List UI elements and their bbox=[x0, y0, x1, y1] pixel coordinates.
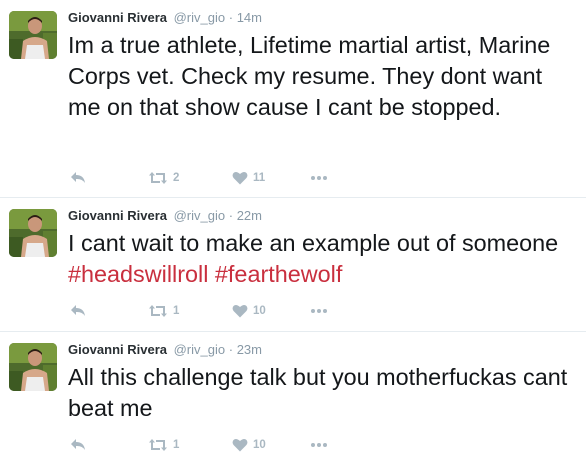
tweet-text-segment: I cant wait to make an example out of so… bbox=[68, 230, 559, 256]
like-count: 10 bbox=[253, 439, 266, 451]
like-button[interactable]: 11 bbox=[232, 168, 265, 188]
tweet-text: Im a true athlete, Lifetime martial arti… bbox=[68, 30, 573, 123]
reply-icon bbox=[71, 172, 85, 183]
more-button[interactable] bbox=[310, 168, 328, 188]
reply-button[interactable] bbox=[70, 301, 86, 321]
tweet-text: I cant wait to make an example out of so… bbox=[68, 228, 573, 290]
more-button[interactable] bbox=[310, 435, 328, 455]
user-fullname[interactable]: Giovanni Rivera bbox=[68, 10, 167, 25]
tweet-actions: 1 10 bbox=[70, 435, 370, 455]
tweet-timestamp[interactable]: 22m bbox=[237, 208, 262, 223]
user-handle[interactable]: @riv_gio bbox=[174, 208, 226, 223]
tweet-header: Giovanni Rivera @riv_gio · 23m bbox=[68, 341, 262, 359]
retweet-button[interactable]: 1 bbox=[148, 301, 179, 321]
user-fullname[interactable]: Giovanni Rivera bbox=[68, 208, 167, 223]
tweet-header: Giovanni Rivera @riv_gio · 14m bbox=[68, 9, 262, 27]
separator-dot: · bbox=[228, 10, 234, 25]
tweet[interactable]: Giovanni Rivera @riv_gio · 14m Im a true… bbox=[0, 0, 586, 198]
avatar[interactable] bbox=[9, 343, 57, 391]
reply-button[interactable] bbox=[70, 435, 86, 455]
hashtag-link[interactable]: #headswillroll bbox=[68, 261, 208, 287]
user-fullname[interactable]: Giovanni Rivera bbox=[68, 342, 167, 357]
tweet[interactable]: Giovanni Rivera @riv_gio · 22m I cant wa… bbox=[0, 198, 586, 332]
heart-icon bbox=[232, 304, 248, 318]
retweet-icon bbox=[149, 305, 167, 317]
heart-icon bbox=[232, 438, 248, 452]
more-icon bbox=[311, 443, 327, 447]
reply-icon bbox=[71, 439, 85, 450]
reply-icon bbox=[71, 305, 85, 316]
tweet-text-segment: All this challenge talk but you motherfu… bbox=[68, 364, 568, 421]
tweet-header: Giovanni Rivera @riv_gio · 22m bbox=[68, 207, 262, 225]
like-count: 10 bbox=[253, 305, 266, 317]
like-count: 11 bbox=[253, 172, 266, 184]
tweet-text-segment: Im a true athlete, Lifetime martial arti… bbox=[68, 32, 551, 120]
retweet-count: 1 bbox=[173, 305, 180, 317]
retweet-button[interactable]: 2 bbox=[148, 168, 179, 188]
retweet-count: 2 bbox=[173, 172, 180, 184]
more-icon bbox=[311, 176, 327, 180]
tweet[interactable]: Giovanni Rivera @riv_gio · 23m All this … bbox=[0, 332, 586, 466]
separator-dot: · bbox=[228, 208, 234, 223]
retweet-icon bbox=[149, 439, 167, 451]
more-icon bbox=[311, 309, 327, 313]
heart-icon bbox=[232, 171, 248, 185]
more-button[interactable] bbox=[310, 301, 328, 321]
user-handle[interactable]: @riv_gio bbox=[174, 10, 226, 25]
retweet-icon bbox=[149, 172, 167, 184]
retweet-button[interactable]: 1 bbox=[148, 435, 179, 455]
hashtag-link[interactable]: #fearthewolf bbox=[215, 261, 342, 287]
tweet-text: All this challenge talk but you motherfu… bbox=[68, 362, 573, 424]
like-button[interactable]: 10 bbox=[232, 301, 266, 321]
like-button[interactable]: 10 bbox=[232, 435, 266, 455]
tweet-actions: 2 11 bbox=[70, 168, 370, 188]
reply-button[interactable] bbox=[70, 168, 86, 188]
retweet-count: 1 bbox=[173, 439, 180, 451]
tweet-timestamp[interactable]: 14m bbox=[237, 10, 262, 25]
avatar[interactable] bbox=[9, 209, 57, 257]
tweet-timestamp[interactable]: 23m bbox=[237, 342, 262, 357]
user-handle[interactable]: @riv_gio bbox=[174, 342, 226, 357]
avatar[interactable] bbox=[9, 11, 57, 59]
tweet-actions: 1 10 bbox=[70, 301, 370, 321]
separator-dot: · bbox=[228, 342, 234, 357]
tweet-timeline: Giovanni Rivera @riv_gio · 14m Im a true… bbox=[0, 0, 586, 466]
